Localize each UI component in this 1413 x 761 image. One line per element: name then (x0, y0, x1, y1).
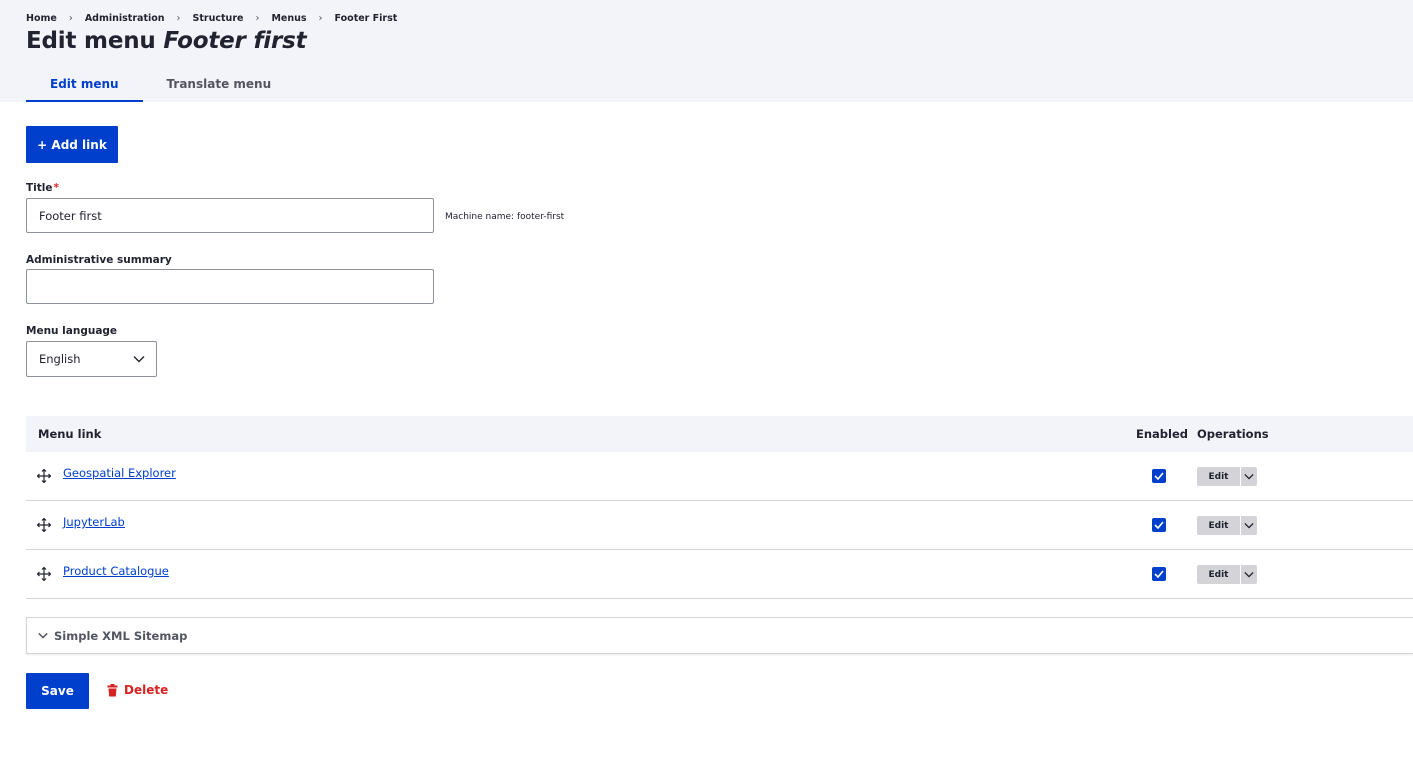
delete-link[interactable]: Delete (107, 683, 168, 697)
page-title-prefix: Edit menu (26, 28, 156, 54)
title-input[interactable]: Footer first (26, 198, 434, 233)
save-button[interactable]: Save (26, 673, 89, 709)
menu-link-title[interactable]: Product Catalogue (63, 564, 169, 578)
operations-dropbutton: Edit (1197, 565, 1257, 584)
menu-language-value: English (39, 352, 81, 366)
breadcrumb-menus[interactable]: Menus (271, 13, 306, 24)
menu-link-title[interactable]: JupyterLab (63, 515, 125, 529)
chevron-down-icon (1244, 571, 1254, 578)
trash-icon (107, 683, 118, 696)
chevron-down-icon (38, 632, 48, 639)
title-input-value: Footer first (39, 208, 102, 223)
primary-tabs: Edit menu Translate menu (26, 68, 295, 102)
breadcrumb-administration[interactable]: Administration (85, 13, 165, 24)
breadcrumb-separator: › (176, 13, 181, 24)
menu-language-select[interactable]: English (26, 341, 157, 377)
breadcrumb-footer-first[interactable]: Footer First (335, 13, 398, 24)
drag-handle-icon[interactable] (37, 518, 51, 532)
edit-button[interactable]: Edit (1197, 516, 1240, 535)
table-row: Geospatial Explorer Edit (26, 452, 1413, 501)
edit-button[interactable]: Edit (1197, 467, 1240, 486)
dropbutton-toggle[interactable] (1240, 467, 1257, 486)
chevron-down-icon (1244, 522, 1254, 529)
column-header-enabled: Enabled (1136, 427, 1189, 441)
chevron-down-icon (1244, 473, 1254, 480)
checkmark-icon (1154, 472, 1164, 480)
column-header-operations: Operations (1197, 427, 1269, 441)
menu-links-table: Menu link Enabled Operations Geospatial … (26, 416, 1413, 599)
machine-name-text: Machine name: footer-first (445, 212, 565, 222)
operations-dropbutton: Edit (1197, 467, 1257, 486)
checkmark-icon (1154, 521, 1164, 529)
edit-button[interactable]: Edit (1197, 565, 1240, 584)
administrative-summary-input[interactable] (26, 269, 434, 304)
column-header-menu-link: Menu link (38, 427, 102, 441)
tab-edit-menu[interactable]: Edit menu (26, 68, 143, 102)
dropbutton-toggle[interactable] (1240, 516, 1257, 535)
enabled-checkbox[interactable] (1152, 469, 1166, 483)
add-link-button[interactable]: + Add link (26, 126, 118, 163)
operations-dropbutton: Edit (1197, 516, 1257, 535)
enabled-checkbox[interactable] (1152, 567, 1166, 581)
breadcrumb-home[interactable]: Home (26, 13, 57, 24)
title-label: Title* (26, 182, 59, 194)
page-title: Edit menu Footer first (26, 28, 307, 54)
simple-xml-sitemap-details[interactable]: Simple XML Sitemap (26, 617, 1413, 654)
menu-link-title[interactable]: Geospatial Explorer (63, 466, 176, 480)
title-label-text: Title (26, 182, 53, 194)
drag-handle-icon[interactable] (37, 567, 51, 581)
drag-handle-icon[interactable] (37, 469, 51, 483)
breadcrumb-separator: › (318, 13, 323, 24)
breadcrumb-structure[interactable]: Structure (193, 13, 244, 24)
tab-translate-menu[interactable]: Translate menu (143, 68, 296, 102)
required-marker: * (53, 182, 60, 194)
checkmark-icon (1154, 570, 1164, 578)
dropbutton-toggle[interactable] (1240, 565, 1257, 584)
table-header: Menu link Enabled Operations (26, 416, 1413, 452)
breadcrumb-separator: › (68, 13, 73, 24)
enabled-checkbox[interactable] (1152, 518, 1166, 532)
breadcrumb-separator: › (255, 13, 260, 24)
chevron-down-icon (133, 356, 145, 363)
table-row: JupyterLab Edit (26, 501, 1413, 550)
table-row: Product Catalogue Edit (26, 550, 1413, 599)
delete-label: Delete (124, 683, 169, 697)
page-title-menu-name: Footer first (163, 28, 307, 54)
breadcrumb: Home › Administration › Structure › Menu… (26, 13, 397, 24)
details-summary-label: Simple XML Sitemap (54, 628, 188, 643)
page-header: Home › Administration › Structure › Menu… (0, 0, 1413, 102)
menu-language-label: Menu language (26, 325, 118, 337)
summary-label: Administrative summary (26, 254, 172, 266)
